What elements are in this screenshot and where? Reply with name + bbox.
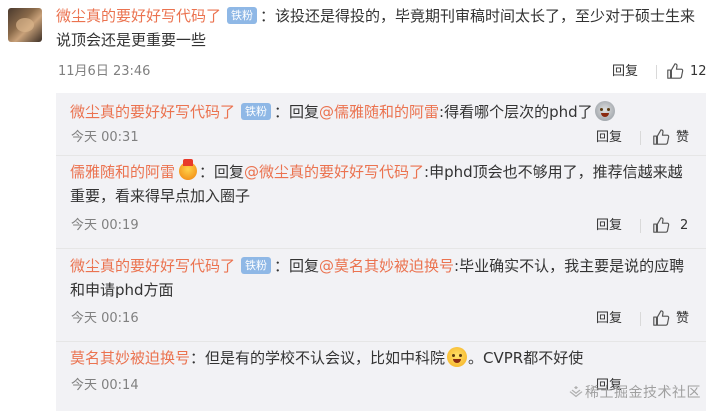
like-count: 2: [680, 218, 689, 233]
like-count: 12: [690, 64, 707, 79]
fan-badge[interactable]: 铁粉: [241, 103, 272, 120]
reply-text: ：但是有的学校不认会议，比如中科院: [190, 349, 446, 367]
divider: [656, 65, 657, 79]
reply-username[interactable]: 微尘真的要好好写代码了: [70, 257, 235, 275]
reply-item: 微尘真的要好好写代码了 铁粉 ：回复@莫名其妙被迫换号:毕业确实不认，我主要是说的应…: [56, 249, 706, 341]
like-label[interactable]: 赞: [676, 310, 689, 328]
reply-body: 莫名其妙被迫换号：但是有的学校不认会议，比如中科院 。CVPR都不好使: [70, 346, 700, 371]
laugh-cry-emoji-icon: [447, 346, 468, 367]
reply-text-line2: 和申请phd方面: [70, 281, 174, 299]
reply-text: :得看哪个层次的phd了: [439, 103, 593, 121]
fan-badge[interactable]: 铁粉: [227, 7, 258, 24]
mention-link[interactable]: @莫名其妙被迫换号: [319, 257, 454, 275]
main-comment: 微尘真的要好好写代码了 铁粉 ：该投还是得投的，毕竟期刊审稿时间太长了，至少对于硕士…: [0, 0, 720, 88]
reply-body: 微尘真的要好好写代码了 铁粉 ：回复@莫名其妙被迫换号:毕业确实不认，我主要是说的应…: [70, 254, 700, 302]
juejin-logo-icon: [569, 385, 583, 397]
watermark: 稀土掘金技术社区: [569, 382, 701, 402]
watermark-text: 稀土掘金技术社区: [585, 385, 701, 401]
mention-link[interactable]: @微尘真的要好好写代码了: [244, 163, 424, 181]
reply-username[interactable]: 儒雅随和的阿雷: [70, 163, 175, 181]
reply-username[interactable]: 莫名其妙被迫换号: [70, 349, 190, 367]
reply-button[interactable]: 回复: [596, 310, 622, 328]
reply-timestamp: 今天 00:14: [71, 378, 139, 393]
thumb-up-icon[interactable]: [666, 62, 684, 80]
reply-item: 微尘真的要好好写代码了 铁粉 ：回复@儒雅随和的阿雷:得看哪个层次的phd了 今天 …: [56, 93, 706, 155]
fan-badge[interactable]: 铁粉: [241, 257, 272, 274]
divider: [640, 131, 641, 145]
like-label[interactable]: 赞: [676, 129, 689, 147]
thumb-up-icon[interactable]: [652, 128, 670, 146]
reply-timestamp: 今天 00:16: [71, 311, 139, 326]
reply-button[interactable]: 回复: [596, 217, 622, 235]
reply-item: 儒雅随和的阿雷 ：回复@微尘真的要好好写代码了:申phd顶会也不够用了，推荐信越来…: [56, 156, 706, 248]
reply-text: :毕业确实不认，我主要是说的应聘: [454, 257, 685, 275]
divider: [640, 219, 641, 233]
reply-prefix: ：回复: [274, 103, 320, 121]
divider: [640, 312, 641, 326]
comment-username[interactable]: 微尘真的要好好写代码了: [56, 7, 221, 25]
comment-text: ：该投还是得投的，毕竟期刊审稿时间太长了，至少对于硕士生来: [260, 7, 696, 25]
avatar[interactable]: [8, 8, 42, 42]
reply-button[interactable]: 回复: [596, 129, 622, 147]
fan-crown-icon: [179, 159, 198, 180]
reply-button[interactable]: 回复: [612, 63, 638, 81]
thumb-up-icon[interactable]: [652, 216, 670, 234]
reply-timestamp: 今天 00:19: [71, 218, 139, 233]
comment-text-line2: 说顶会还是更重要一些: [56, 31, 207, 49]
thumb-up-icon[interactable]: [652, 309, 670, 327]
comment-body: 微尘真的要好好写代码了 铁粉 ：该投还是得投的，毕竟期刊审稿时间太长了，至少对于硕士…: [56, 4, 706, 52]
comment-timestamp: 11月6日 23:46: [58, 64, 151, 79]
reply-username[interactable]: 微尘真的要好好写代码了: [70, 103, 235, 121]
reply-text-line2: 重要，看来得早点加入圈子: [70, 187, 251, 205]
reply-body: 微尘真的要好好写代码了 铁粉 ：回复@儒雅随和的阿雷:得看哪个层次的phd了: [70, 100, 700, 125]
grimace-emoji-icon: [594, 100, 615, 121]
reply-timestamp: 今天 00:31: [71, 130, 139, 145]
mention-link[interactable]: @儒雅随和的阿雷: [319, 103, 439, 121]
reply-prefix: ：回复: [199, 163, 245, 181]
reply-prefix: ：回复: [274, 257, 320, 275]
reply-text-tail: 。CVPR都不好使: [468, 349, 584, 367]
replies-panel: 微尘真的要好好写代码了 铁粉 ：回复@儒雅随和的阿雷:得看哪个层次的phd了 今天 …: [56, 93, 706, 411]
reply-body: 儒雅随和的阿雷 ：回复@微尘真的要好好写代码了:申phd顶会也不够用了，推荐信越来…: [70, 159, 700, 208]
reply-text: :申phd顶会也不够用了，推荐信越来越: [424, 163, 683, 181]
